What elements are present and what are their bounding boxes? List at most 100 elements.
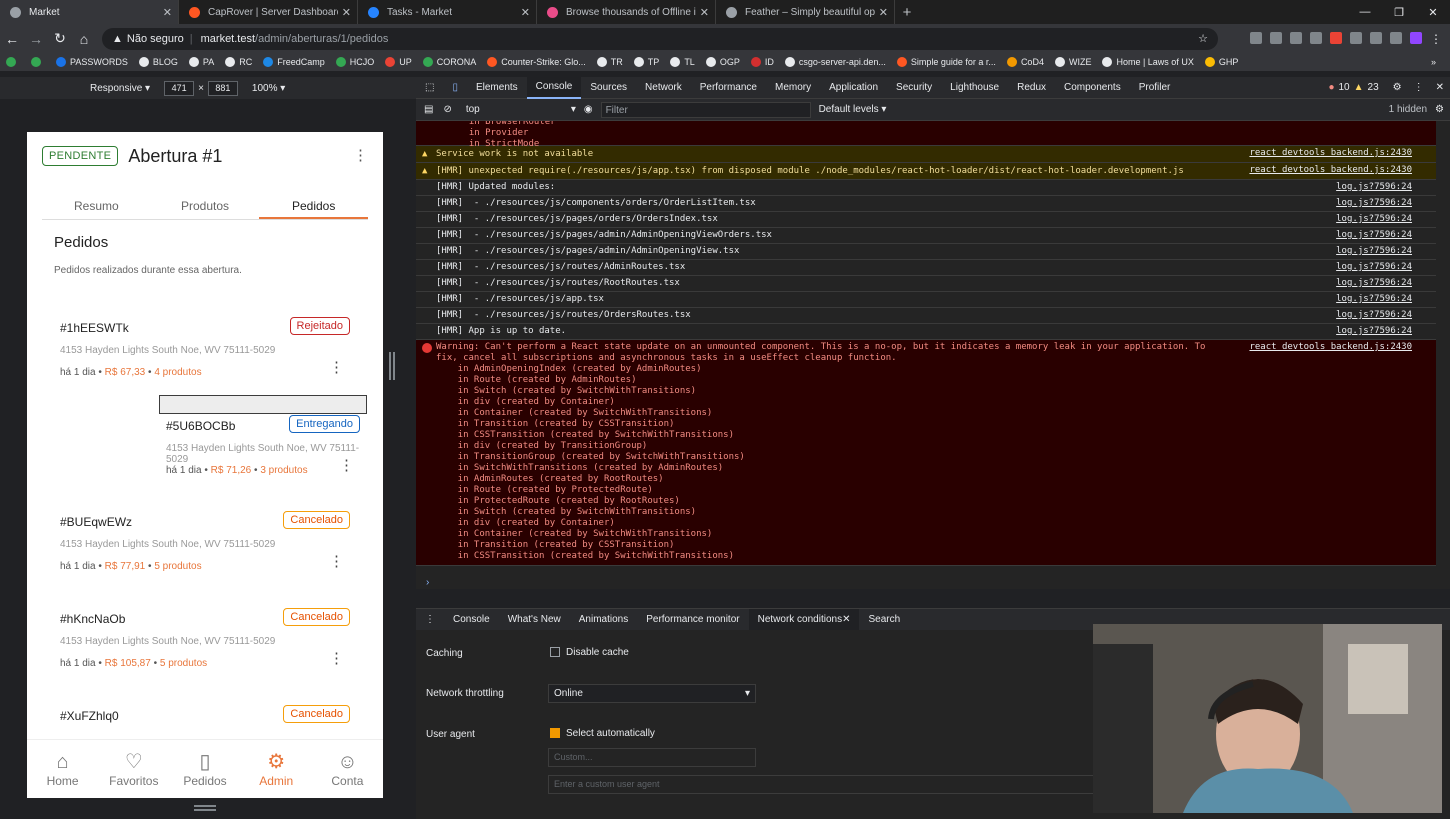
devtools-tab-sources[interactable]: Sources xyxy=(581,77,636,99)
console-settings-icon[interactable]: ⚙ xyxy=(1435,104,1444,115)
nav-item-conta[interactable]: ☺ Conta xyxy=(312,740,383,798)
bookmark-item[interactable]: WIZE xyxy=(1054,57,1091,67)
extension-icon[interactable] xyxy=(1330,31,1342,44)
new-tab-button[interactable]: + xyxy=(895,0,919,24)
browser-tab[interactable]: Market ✕ xyxy=(0,0,179,24)
bookmark-item[interactable]: OGP xyxy=(705,57,740,67)
console-source-link[interactable]: log.js?7596:24 xyxy=(1336,310,1412,321)
viewport-width-input[interactable]: 471 xyxy=(164,80,195,96)
bookmark-item[interactable]: Simple guide for a r... xyxy=(896,57,996,67)
bookmark-item[interactable] xyxy=(6,57,20,67)
reload-icon[interactable]: ↻ xyxy=(48,30,72,47)
order-list-item[interactable]: #1hEESWTk Rejeitado 4153 Hayden Lights Sou… xyxy=(54,298,356,395)
nav-item-admin[interactable]: ⚙ Admin xyxy=(241,740,312,798)
console-source-link[interactable]: log.js?7596:24 xyxy=(1336,182,1412,193)
console-prompt[interactable]: › xyxy=(416,577,1436,589)
close-tab-icon[interactable]: ✕ xyxy=(342,6,351,19)
bookmark-item[interactable]: HCJO xyxy=(335,57,374,67)
console-source-link[interactable]: log.js?7596:24 xyxy=(1336,326,1412,337)
viewport-height-input[interactable]: 881 xyxy=(207,80,238,96)
more-vertical-icon[interactable]: ⋮ xyxy=(353,148,368,163)
devtools-tab-components[interactable]: Components xyxy=(1055,77,1130,99)
devtools-tab-network[interactable]: Network xyxy=(636,77,691,99)
bookmark-item[interactable]: CORONA xyxy=(422,57,476,67)
extension-icon[interactable] xyxy=(1270,31,1282,44)
console-source-link[interactable]: log.js?7596:24 xyxy=(1336,230,1412,241)
more-vertical-icon[interactable]: ⋮ xyxy=(339,458,354,473)
restore-icon[interactable]: ❐ xyxy=(1382,0,1416,24)
playlist-icon[interactable] xyxy=(1390,31,1402,44)
more-bookmarks-icon[interactable]: » xyxy=(1431,57,1436,67)
device-toggle-icon[interactable]: ▯ xyxy=(443,77,467,99)
bookmark-item[interactable]: Home | Laws of UX xyxy=(1102,57,1194,67)
bookmark-item[interactable] xyxy=(31,57,45,67)
nav-item-home[interactable]: ⌂ Home xyxy=(27,740,98,798)
devtools-tab-profiler[interactable]: Profiler xyxy=(1130,77,1180,99)
devtools-tab-console[interactable]: Console xyxy=(526,76,582,99)
disable-cache-checkbox[interactable]: Disable cache xyxy=(550,647,629,658)
filter-input[interactable]: Filter xyxy=(600,101,811,118)
close-tab-icon[interactable]: ✕ xyxy=(700,6,709,19)
console-source-link[interactable]: log.js?7596:24 xyxy=(1336,214,1412,225)
more-vertical-icon[interactable]: ⋮ xyxy=(329,554,344,569)
devtools-tab-performance[interactable]: Performance xyxy=(691,77,766,99)
bookmark-item[interactable]: CoD4 xyxy=(1006,57,1044,67)
devtools-tab-application[interactable]: Application xyxy=(820,77,887,99)
drawer-tab[interactable]: Console xyxy=(444,609,499,631)
extension-icon[interactable] xyxy=(1290,31,1302,44)
zoom-select[interactable]: 100% ▾ xyxy=(252,83,285,94)
bookmark-item[interactable]: PA xyxy=(188,57,214,67)
order-list-item[interactable]: #BUEqwEWz Cancelado 4153 Hayden Lights Sou… xyxy=(54,492,356,589)
bookmark-item[interactable]: TL xyxy=(670,57,695,67)
bookmark-item[interactable]: RC xyxy=(225,57,252,67)
inspect-icon[interactable]: ⬚ xyxy=(416,77,443,99)
tab-pedidos[interactable]: Pedidos xyxy=(259,190,369,219)
browser-tab[interactable]: Feather – Simply beautiful open ✕ xyxy=(716,0,895,24)
more-vertical-icon[interactable]: ⋮ xyxy=(329,651,344,666)
forward-icon[interactable]: → xyxy=(24,31,48,47)
console-source-link[interactable]: react_devtools_backend.js:2430 xyxy=(1249,342,1412,353)
drawer-tab[interactable]: What's New xyxy=(499,609,570,631)
menu-icon[interactable]: ⋮ xyxy=(1430,32,1442,46)
select-automatically-checkbox[interactable]: Select automatically xyxy=(550,728,655,739)
order-list-item[interactable]: #5U6BOCBb Entregando 4153 Hayden Lights So… xyxy=(159,395,367,476)
devtools-tab-redux[interactable]: Redux xyxy=(1008,77,1055,99)
console-source-link[interactable]: react_devtools_backend.js:2430 xyxy=(1249,148,1412,159)
devtools-tab-memory[interactable]: Memory xyxy=(766,77,820,99)
clear-console-icon[interactable]: ⊘ xyxy=(443,104,451,115)
console-source-link[interactable]: log.js?7596:24 xyxy=(1336,278,1412,289)
twitch-icon[interactable] xyxy=(1410,31,1422,44)
close-tab-icon[interactable]: ✕ xyxy=(879,6,888,19)
bookmark-item[interactable]: Counter-Strike: Glo... xyxy=(487,57,586,67)
console-source-link[interactable]: log.js?7596:24 xyxy=(1336,294,1412,305)
throttling-select[interactable]: Online ▾ xyxy=(548,684,756,703)
context-select[interactable]: top ▾ xyxy=(466,104,576,115)
home-icon[interactable]: ⌂ xyxy=(72,31,96,47)
log-levels-select[interactable]: Default levels ▾ xyxy=(819,104,887,115)
nav-item-favoritos[interactable]: ♡ Favoritos xyxy=(98,740,169,798)
star-icon[interactable]: ☆ xyxy=(1198,32,1208,45)
close-tab-icon[interactable]: ✕ xyxy=(842,614,850,625)
extension-icon[interactable] xyxy=(1310,31,1322,44)
omnibox[interactable]: ▲ Não seguro | market.test/admin/abertur… xyxy=(102,27,1218,50)
close-tab-icon[interactable]: ✕ xyxy=(521,6,530,19)
extension-icon[interactable] xyxy=(1250,31,1262,44)
devtools-tab-security[interactable]: Security xyxy=(887,77,941,99)
eye-icon[interactable]: ◉ xyxy=(584,104,593,115)
drawer-menu-icon[interactable]: ⋮ xyxy=(416,609,444,631)
devtools-tab-lighthouse[interactable]: Lighthouse xyxy=(941,77,1008,99)
console-source-link[interactable]: log.js?7596:24 xyxy=(1336,246,1412,257)
drawer-tab[interactable]: Performance monitor xyxy=(637,609,748,631)
bookmark-item[interactable]: BLOG xyxy=(138,57,178,67)
drawer-tab[interactable]: Animations xyxy=(570,609,637,631)
extension-icon[interactable] xyxy=(1350,31,1362,44)
close-window-icon[interactable]: ✕ xyxy=(1416,0,1450,24)
settings-gear-icon[interactable]: ⚙ xyxy=(1393,82,1402,93)
browser-tab[interactable]: CapRover | Server Dashboard ✕ xyxy=(179,0,358,24)
device-mode-select[interactable]: Responsive ▾ xyxy=(90,83,150,94)
panel-splitter[interactable] xyxy=(389,352,395,380)
close-tab-icon[interactable]: ✕ xyxy=(163,6,172,19)
bookmark-item[interactable]: UP xyxy=(385,57,412,67)
puzzle-icon[interactable] xyxy=(1370,31,1382,44)
browser-tab[interactable]: Browse thousands of Offline ima ✕ xyxy=(537,0,716,24)
